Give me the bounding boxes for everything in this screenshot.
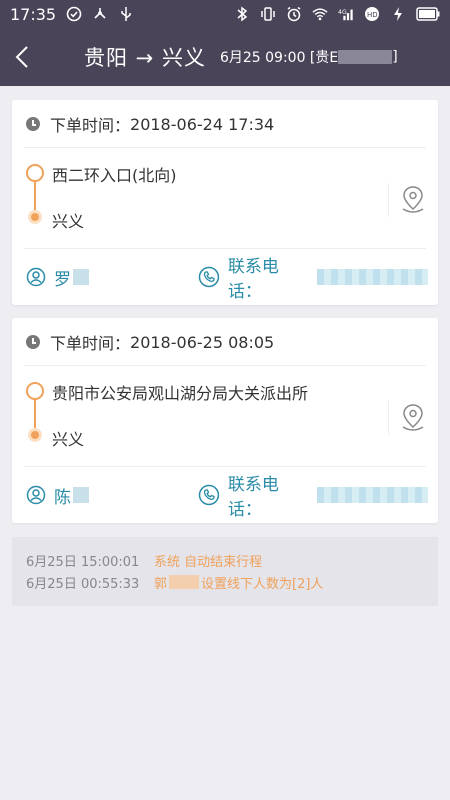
- vertical-divider: [388, 183, 389, 217]
- route-line: [34, 400, 36, 430]
- svg-text:HD: HD: [367, 11, 378, 19]
- order-time-label: 下单时间：: [50, 334, 131, 353]
- wifi-icon: [312, 6, 328, 22]
- order-time-label: 下单时间：: [50, 116, 131, 135]
- clock-icon: [26, 117, 40, 131]
- phone-label: 联系电话：: [227, 257, 279, 302]
- route: 西二环入口(北向) 兴义: [26, 158, 386, 232]
- contact-phone[interactable]: 联系电话：: [198, 470, 428, 520]
- activity-log: 6月25日 15:00:01 系统 自动结束行程 6月25日 00:55:33 …: [12, 537, 438, 606]
- dropoff-location: 兴义: [52, 430, 85, 449]
- order-time-value: 2018-06-24 17:34: [130, 114, 275, 134]
- vibrate-icon: [260, 6, 276, 22]
- trip-subtitle-text: 6月25 09:00 [贵E: [219, 50, 339, 66]
- map-location-button[interactable]: [398, 183, 428, 217]
- passenger-surname: 罗: [54, 269, 71, 290]
- name-redacted: [73, 269, 89, 285]
- location-pin-icon: [402, 186, 424, 213]
- svg-text:4G: 4G: [338, 9, 347, 16]
- contact-row: 罗 联系电话：: [26, 257, 428, 302]
- divider: [24, 365, 426, 366]
- user-icon: [26, 485, 46, 505]
- page-title: 贵阳 → 兴义: [84, 46, 206, 70]
- phone-number-redacted: [316, 269, 428, 285]
- location-pin-icon: [402, 404, 424, 431]
- log-time: 6月25日 00:55:33: [26, 576, 140, 592]
- trip-subtitle-close: ]: [392, 49, 398, 65]
- end-node-icon: [28, 210, 42, 224]
- alarm-icon: [286, 6, 302, 22]
- log-text: 设置线下人数为[2]人: [201, 576, 324, 592]
- actor-name-redacted: [169, 575, 200, 589]
- log-entry: 6月25日 15:00:01 系统 自动结束行程: [26, 549, 424, 571]
- passenger-name[interactable]: 陈: [26, 483, 89, 508]
- divider: [24, 248, 426, 249]
- log-text: 系统 自动结束行程: [154, 554, 263, 570]
- battery-icon: [416, 6, 440, 22]
- status-time: 17:35: [10, 4, 57, 24]
- phone-icon: [198, 266, 220, 288]
- order-time-row: 下单时间： 2018-06-25 08:05: [26, 330, 274, 354]
- phone-number-redacted: [316, 487, 428, 503]
- route: 贵阳市公安局观山湖分局大关派出所 兴义: [26, 376, 386, 450]
- hd-icon: HD: [364, 6, 380, 22]
- trip-subtitle: 6月25 09:00 [贵E]: [220, 47, 398, 67]
- usb-share-icon: [92, 6, 108, 22]
- pickup-location: 西二环入口(北向): [52, 166, 177, 185]
- plate-redacted: [338, 50, 393, 64]
- signal-4g-icon: 4G: [338, 6, 354, 22]
- usb-icon: [118, 6, 134, 22]
- status-bar: 17:35 4G HD: [0, 0, 450, 28]
- order-time-value: 2018-06-25 08:05: [130, 332, 275, 352]
- log-entry: 6月25日 00:55:33 郭 设置线下人数为[2]人: [26, 571, 424, 593]
- vertical-divider: [388, 401, 389, 435]
- check-circle-icon: [66, 6, 82, 22]
- charging-icon: [390, 6, 406, 22]
- map-location-button[interactable]: [398, 401, 428, 435]
- name-redacted: [73, 487, 89, 503]
- passenger-surname: 陈: [54, 487, 71, 508]
- dropoff-location: 兴义: [52, 212, 85, 231]
- divider: [24, 466, 426, 467]
- chevron-left-icon: [15, 46, 28, 68]
- order-time-row: 下单时间： 2018-06-24 17:34: [26, 112, 274, 136]
- clock-icon: [26, 335, 40, 349]
- route-line: [34, 182, 36, 212]
- order-card[interactable]: 下单时间： 2018-06-24 17:34 西二环入口(北向) 兴义 罗 联系…: [12, 100, 438, 305]
- log-actor: 郭: [154, 576, 168, 592]
- passenger-name[interactable]: 罗: [26, 265, 89, 290]
- end-node-icon: [28, 428, 42, 442]
- contact-row: 陈 联系电话：: [26, 475, 428, 520]
- phone-label: 联系电话：: [227, 475, 279, 520]
- user-icon: [26, 267, 46, 287]
- log-time: 6月25日 15:00:01: [26, 554, 140, 570]
- pickup-location: 贵阳市公安局观山湖分局大关派出所: [52, 384, 309, 403]
- divider: [24, 147, 426, 148]
- phone-icon: [198, 484, 220, 506]
- back-button[interactable]: [0, 28, 44, 86]
- start-node-icon: [26, 164, 44, 182]
- bluetooth-icon: [234, 6, 250, 22]
- nav-bar: 贵阳 → 兴义 6月25 09:00 [贵E]: [0, 28, 450, 86]
- start-node-icon: [26, 382, 44, 400]
- order-card[interactable]: 下单时间： 2018-06-25 08:05 贵阳市公安局观山湖分局大关派出所 …: [12, 318, 438, 523]
- contact-phone[interactable]: 联系电话：: [198, 252, 428, 302]
